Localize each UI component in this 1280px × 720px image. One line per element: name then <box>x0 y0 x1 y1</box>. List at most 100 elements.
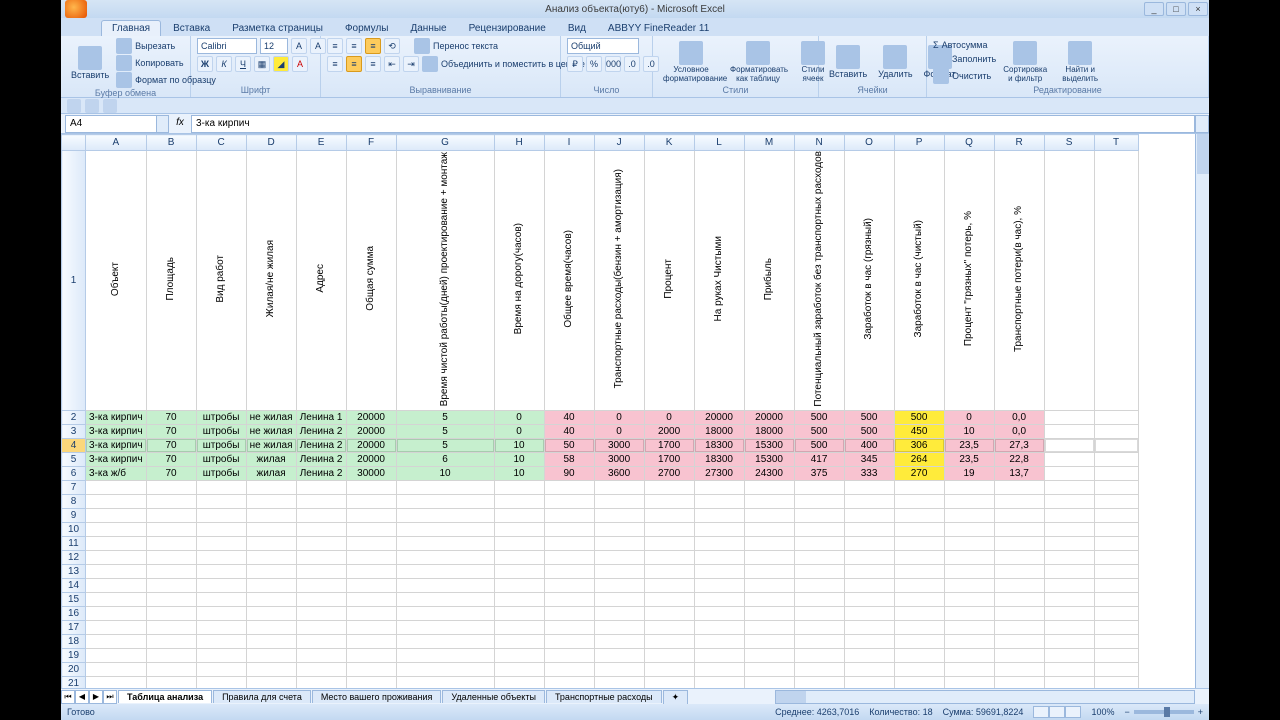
cell-T21[interactable] <box>1094 676 1138 688</box>
cell-H20[interactable] <box>494 662 544 676</box>
row-header-11[interactable]: 11 <box>62 536 86 550</box>
cell-I11[interactable] <box>544 536 594 550</box>
cell-Q15[interactable] <box>944 592 994 606</box>
col-header-H[interactable]: H <box>494 135 544 151</box>
cell-P16[interactable] <box>894 606 944 620</box>
cell-Q4[interactable]: 23,5 <box>944 438 994 452</box>
cell-D4[interactable]: не жилая <box>246 438 296 452</box>
cell-J2[interactable]: 0 <box>594 410 644 424</box>
cell-D18[interactable] <box>246 634 296 648</box>
col-header-A[interactable]: A <box>86 135 147 151</box>
autosum-button[interactable]: ΣАвтосумма <box>933 40 996 50</box>
col-header-R[interactable]: R <box>994 135 1044 151</box>
cell-O10[interactable] <box>844 522 894 536</box>
cell-S21[interactable] <box>1044 676 1094 688</box>
cell-O14[interactable] <box>844 578 894 592</box>
cell-J9[interactable] <box>594 508 644 522</box>
cell-N8[interactable] <box>794 494 844 508</box>
cell-K10[interactable] <box>644 522 694 536</box>
cell-F14[interactable] <box>346 578 396 592</box>
cell-J14[interactable] <box>594 578 644 592</box>
header-cell[interactable]: Прибыль <box>744 151 794 411</box>
cell-F13[interactable] <box>346 564 396 578</box>
sheet-tab-analysis[interactable]: Таблица анализа <box>118 690 212 703</box>
cell-C9[interactable] <box>196 508 246 522</box>
cell-J5[interactable]: 3000 <box>594 452 644 466</box>
orientation-button[interactable]: ⟲ <box>384 38 400 54</box>
italic-button[interactable]: К <box>216 56 232 72</box>
cell-M9[interactable] <box>744 508 794 522</box>
row-header-13[interactable]: 13 <box>62 564 86 578</box>
cell-D3[interactable]: не жилая <box>246 424 296 438</box>
redo-button[interactable] <box>103 99 117 113</box>
cell-C14[interactable] <box>196 578 246 592</box>
cell-N4[interactable]: 500 <box>794 438 844 452</box>
cell-A9[interactable] <box>86 508 147 522</box>
cell-C4[interactable]: штробы <box>196 438 246 452</box>
cell-H3[interactable]: 0 <box>494 424 544 438</box>
cell-O11[interactable] <box>844 536 894 550</box>
cell-O9[interactable] <box>844 508 894 522</box>
cell-G10[interactable] <box>396 522 494 536</box>
cell-P11[interactable] <box>894 536 944 550</box>
cell-R17[interactable] <box>994 620 1044 634</box>
cell-P12[interactable] <box>894 550 944 564</box>
cell-D5[interactable]: жилая <box>246 452 296 466</box>
cell-A5[interactable]: 3-ка кирпич <box>86 452 147 466</box>
view-pagebreak-button[interactable] <box>1065 706 1081 718</box>
cell-B3[interactable]: 70 <box>146 424 196 438</box>
cell-M19[interactable] <box>744 648 794 662</box>
cell-H14[interactable] <box>494 578 544 592</box>
cell-O8[interactable] <box>844 494 894 508</box>
cell-Q19[interactable] <box>944 648 994 662</box>
row-header-12[interactable]: 12 <box>62 550 86 564</box>
row-header-7[interactable]: 7 <box>62 480 86 494</box>
cell-K9[interactable] <box>644 508 694 522</box>
cell-J20[interactable] <box>594 662 644 676</box>
row-header-4[interactable]: 4 <box>62 438 86 452</box>
cell-E14[interactable] <box>296 578 346 592</box>
cell-Q21[interactable] <box>944 676 994 688</box>
cell-S20[interactable] <box>1044 662 1094 676</box>
cell-N20[interactable] <box>794 662 844 676</box>
cell-R10[interactable] <box>994 522 1044 536</box>
cell-O12[interactable] <box>844 550 894 564</box>
cell-L11[interactable] <box>694 536 744 550</box>
cell-H6[interactable]: 10 <box>494 466 544 480</box>
cell-H15[interactable] <box>494 592 544 606</box>
cell-F4[interactable]: 20000 <box>346 438 396 452</box>
cell-P3[interactable]: 450 <box>894 424 944 438</box>
cell-S12[interactable] <box>1044 550 1094 564</box>
cell-P10[interactable] <box>894 522 944 536</box>
cell-Q11[interactable] <box>944 536 994 550</box>
name-box[interactable]: A4 <box>65 115 157 133</box>
cell-T15[interactable] <box>1094 592 1138 606</box>
col-header-D[interactable]: D <box>246 135 296 151</box>
header-cell[interactable]: Адрес <box>296 151 346 411</box>
cell-M3[interactable]: 18000 <box>744 424 794 438</box>
cell-K12[interactable] <box>644 550 694 564</box>
sort-filter-button[interactable]: Сортировка и фильтр <box>999 39 1051 85</box>
cell-G14[interactable] <box>396 578 494 592</box>
col-header-T[interactable]: T <box>1094 135 1138 151</box>
cell-D21[interactable] <box>246 676 296 688</box>
cell-S8[interactable] <box>1044 494 1094 508</box>
cell-G15[interactable] <box>396 592 494 606</box>
cell-D11[interactable] <box>246 536 296 550</box>
cell-N14[interactable] <box>794 578 844 592</box>
tab-data[interactable]: Данные <box>400 21 456 36</box>
cell-K6[interactable]: 2700 <box>644 466 694 480</box>
underline-button[interactable]: Ч <box>235 56 251 72</box>
cell-I7[interactable] <box>544 480 594 494</box>
cell-B14[interactable] <box>146 578 196 592</box>
cell-M20[interactable] <box>744 662 794 676</box>
cell-P14[interactable] <box>894 578 944 592</box>
cell-P8[interactable] <box>894 494 944 508</box>
cell-M4[interactable]: 15300 <box>744 438 794 452</box>
cell-S3[interactable] <box>1044 424 1094 438</box>
cell-D15[interactable] <box>246 592 296 606</box>
cell-C10[interactable] <box>196 522 246 536</box>
row-header-6[interactable]: 6 <box>62 466 86 480</box>
cell-G16[interactable] <box>396 606 494 620</box>
grow-font-button[interactable]: A <box>291 38 307 54</box>
